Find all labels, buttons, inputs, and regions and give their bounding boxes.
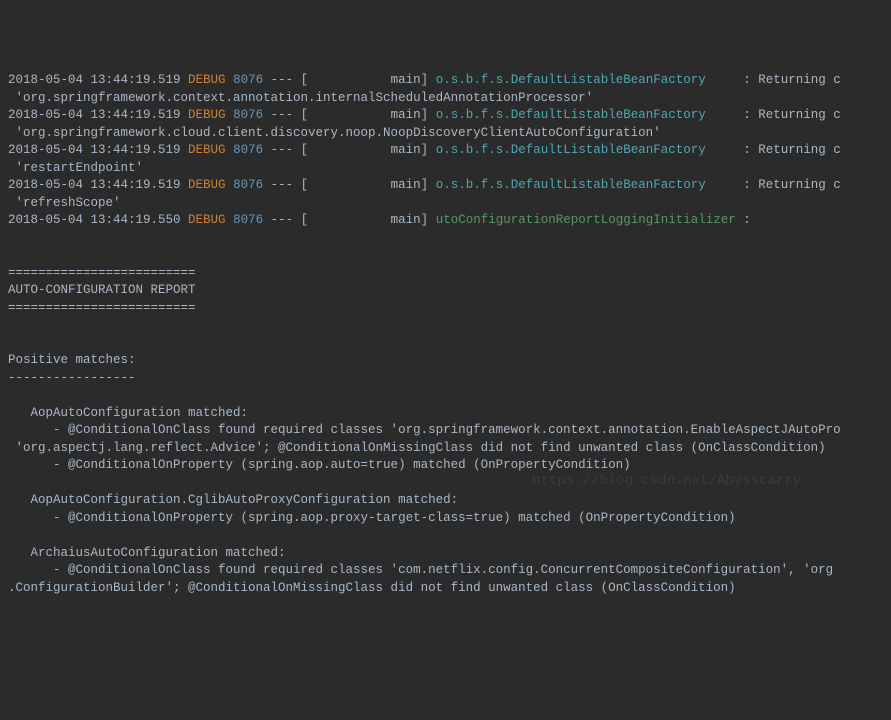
- timestamp: 2018-05-04 13:44:19.519: [8, 143, 181, 157]
- log-wrap: 'org.springframework.cloud.client.discov…: [8, 125, 883, 143]
- log-line: 2018-05-04 13:44:19.550 DEBUG 8076 --- […: [8, 212, 883, 230]
- report-divider: =========================: [8, 265, 883, 283]
- process-id: 8076: [233, 178, 263, 192]
- blank-line: [8, 527, 883, 545]
- log-line: 2018-05-04 13:44:19.519 DEBUG 8076 --- […: [8, 72, 883, 90]
- match-name: AopAutoConfiguration matched:: [8, 405, 883, 423]
- match-reason: - @ConditionalOnClass found required cla…: [8, 562, 883, 580]
- positive-title: Positive matches:: [8, 352, 883, 370]
- blank-line: [8, 317, 883, 335]
- log-level: DEBUG: [188, 108, 226, 122]
- log-level: DEBUG: [188, 73, 226, 87]
- log-message: : Returning c: [743, 178, 841, 192]
- separator: ---: [271, 143, 294, 157]
- separator: ---: [271, 178, 294, 192]
- timestamp: 2018-05-04 13:44:19.519: [8, 73, 181, 87]
- process-id: 8076: [233, 143, 263, 157]
- match-reason: .ConfigurationBuilder'; @ConditionalOnMi…: [8, 580, 883, 598]
- match-reason: 'org.aspectj.lang.reflect.Advice'; @Cond…: [8, 440, 883, 458]
- process-id: 8076: [233, 213, 263, 227]
- timestamp: 2018-05-04 13:44:19.550: [8, 213, 181, 227]
- thread-name: [ main]: [301, 108, 429, 122]
- thread-name: [ main]: [301, 213, 429, 227]
- log-line: 2018-05-04 13:44:19.519 DEBUG 8076 --- […: [8, 177, 883, 195]
- log-message: : Returning c: [743, 73, 841, 87]
- blank-line: [8, 387, 883, 405]
- log-level: DEBUG: [188, 213, 226, 227]
- log-wrap: 'restartEndpoint': [8, 160, 883, 178]
- match-reason: - @ConditionalOnProperty (spring.aop.pro…: [8, 510, 883, 528]
- thread-name: [ main]: [301, 73, 429, 87]
- log-line: 2018-05-04 13:44:19.519 DEBUG 8076 --- […: [8, 142, 883, 160]
- blank-line: [8, 230, 883, 248]
- process-id: 8076: [233, 108, 263, 122]
- timestamp: 2018-05-04 13:44:19.519: [8, 178, 181, 192]
- log-message: :: [743, 213, 751, 227]
- log-message: : Returning c: [743, 143, 841, 157]
- timestamp: 2018-05-04 13:44:19.519: [8, 108, 181, 122]
- process-id: 8076: [233, 73, 263, 87]
- log-wrap: 'org.springframework.context.annotation.…: [8, 90, 883, 108]
- separator: ---: [271, 108, 294, 122]
- log-wrap: 'refreshScope': [8, 195, 883, 213]
- blank-line: [8, 597, 883, 615]
- log-message: : Returning c: [743, 108, 841, 122]
- report-divider: =========================: [8, 300, 883, 318]
- log-level: DEBUG: [188, 178, 226, 192]
- logger-name: o.s.b.f.s.DefaultListableBeanFactory: [436, 73, 736, 87]
- positive-divider: -----------------: [8, 370, 883, 388]
- match-reason: - @ConditionalOnClass found required cla…: [8, 422, 883, 440]
- logger-name: utoConfigurationReportLoggingInitializer: [436, 213, 736, 227]
- match-name: ArchaiusAutoConfiguration matched:: [8, 545, 883, 563]
- log-line: 2018-05-04 13:44:19.519 DEBUG 8076 --- […: [8, 107, 883, 125]
- match-name: AopAutoConfiguration.CglibAutoProxyConfi…: [8, 492, 883, 510]
- blank-line: [8, 335, 883, 353]
- log-level: DEBUG: [188, 143, 226, 157]
- match-reason: - @ConditionalOnProperty (spring.aop.aut…: [8, 457, 883, 475]
- separator: ---: [271, 73, 294, 87]
- thread-name: [ main]: [301, 143, 429, 157]
- logger-name: o.s.b.f.s.DefaultListableBeanFactory: [436, 178, 736, 192]
- separator: ---: [271, 213, 294, 227]
- logger-name: o.s.b.f.s.DefaultListableBeanFactory: [436, 108, 736, 122]
- log-output: 2018-05-04 13:44:19.519 DEBUG 8076 --- […: [8, 72, 883, 615]
- thread-name: [ main]: [301, 178, 429, 192]
- logger-name: o.s.b.f.s.DefaultListableBeanFactory: [436, 143, 736, 157]
- report-title: AUTO-CONFIGURATION REPORT: [8, 282, 883, 300]
- blank-line: [8, 247, 883, 265]
- blank-line: [8, 475, 883, 493]
